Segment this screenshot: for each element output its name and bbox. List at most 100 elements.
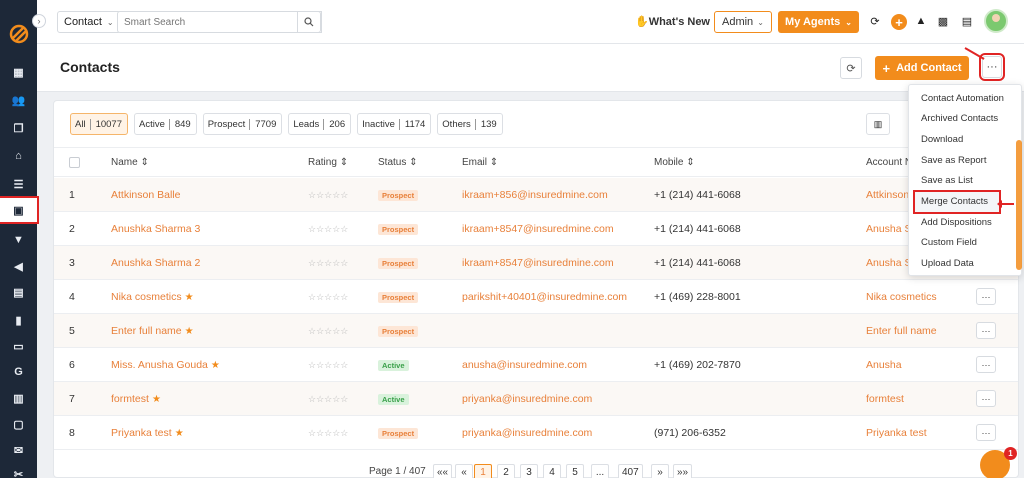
menu-item-save-as-report[interactable]: Save as Report — [909, 150, 1023, 170]
rating-stars[interactable]: ☆☆☆☆☆ — [308, 428, 348, 439]
bell-icon[interactable]: ▲ — [914, 14, 928, 28]
table-row[interactable]: 2 Anushka Sharma 3 ☆☆☆☆☆ Prospect ikraam+854… — [54, 212, 1018, 246]
rating-stars[interactable]: ☆☆☆☆☆ — [308, 190, 348, 201]
bank-icon[interactable]: ⌂ — [0, 144, 37, 168]
menu-item-custom-field[interactable]: Custom Field — [909, 233, 1023, 253]
column-header-name[interactable]: Name ⇕ — [111, 157, 149, 168]
module-select[interactable]: Contact ⌄ — [57, 11, 121, 33]
scrollbar[interactable] — [1016, 140, 1022, 270]
table-row[interactable]: 5 Enter full name ★ ☆☆☆☆☆ Prospect Enter full… — [54, 314, 1018, 348]
more-options-button[interactable]: ··· — [979, 53, 1005, 81]
analytics-icon[interactable]: ▮ — [0, 308, 37, 332]
column-header-email[interactable]: Email ⇕ — [462, 157, 498, 168]
row-actions-button[interactable]: ··· — [976, 390, 996, 407]
whats-new-link[interactable]: ✋What's New — [635, 15, 710, 28]
account-name-link[interactable]: Anusha S — [866, 223, 912, 235]
report-icon[interactable]: ▤ — [0, 280, 37, 304]
column-header-status[interactable]: Status ⇕ — [378, 157, 418, 168]
rating-stars[interactable]: ☆☆☆☆☆ — [308, 326, 348, 337]
filter-all[interactable]: All 10077 — [70, 113, 128, 135]
calendar-icon[interactable]: ▥ — [0, 386, 37, 410]
account-name-link[interactable]: Nika cosmetics — [866, 291, 937, 303]
megaphone-icon[interactable]: ◀ — [0, 254, 37, 278]
table-row[interactable]: 1 Attkinson Balle ☆☆☆☆☆ Prospect ikraam+856@… — [54, 178, 1018, 212]
sync-icon[interactable]: ⟳ — [868, 14, 882, 28]
contact-name-link[interactable]: formtest ★ — [111, 393, 161, 405]
rating-stars[interactable]: ☆☆☆☆☆ — [308, 360, 348, 371]
email-link[interactable]: ikraam+856@insuredmine.com — [462, 189, 608, 201]
column-settings-button[interactable]: ▥ — [866, 113, 890, 135]
folder-icon[interactable]: ▭ — [0, 334, 37, 358]
first-page-button[interactable]: «« — [433, 464, 453, 478]
menu-item-archived-contacts[interactable]: Archived Contacts — [909, 109, 1023, 129]
menu-item-download[interactable]: Download — [909, 129, 1023, 149]
contact-name-link[interactable]: Nika cosmetics ★ — [111, 291, 194, 303]
account-name-link[interactable]: formtest — [866, 393, 904, 405]
account-name-link[interactable]: Enter full name — [866, 325, 937, 337]
last-page-button[interactable]: »» — [673, 464, 693, 478]
contact-name-link[interactable]: Priyanka test ★ — [111, 427, 184, 439]
search-button[interactable] — [297, 11, 321, 33]
documents-icon[interactable]: ❐ — [0, 116, 37, 140]
menu-item-add-dispositions[interactable]: Add Dispositions — [909, 212, 1023, 232]
table-row[interactable]: 3 Anushka Sharma 2 ☆☆☆☆☆ Prospect ikraam+854… — [54, 246, 1018, 280]
notes-icon[interactable]: ▤ — [960, 14, 974, 28]
table-row[interactable]: 7 formtest ★ ☆☆☆☆☆ Active priyanka@insuredmin… — [54, 382, 1018, 416]
filter-others[interactable]: Others 139 — [437, 113, 503, 135]
page-button[interactable]: 2 — [497, 464, 515, 478]
page-button[interactable]: 4 — [543, 464, 561, 478]
email-link[interactable]: priyanka@insuredmine.com — [462, 393, 592, 405]
column-header-rating[interactable]: Rating ⇕ — [308, 157, 348, 168]
prev-page-button[interactable]: « — [455, 464, 473, 478]
account-name-link[interactable]: Priyanka test — [866, 427, 927, 439]
select-all-checkbox[interactable] — [69, 157, 80, 168]
filter-active[interactable]: Active 849 — [133, 113, 197, 135]
page-button[interactable]: 407 — [618, 464, 643, 478]
email-link[interactable]: anusha@insuredmine.com — [462, 359, 587, 371]
rating-stars[interactable]: ☆☆☆☆☆ — [308, 394, 348, 405]
my-agents-button[interactable]: My Agents ⌄ — [778, 11, 859, 33]
contact-name-link[interactable]: Enter full name ★ — [111, 325, 194, 337]
app-logo-icon[interactable] — [9, 24, 29, 44]
filter-prospect[interactable]: Prospect 7709 — [202, 113, 283, 135]
menu-item-merge-contacts[interactable]: Merge Contacts — [913, 189, 1001, 214]
rating-stars[interactable]: ☆☆☆☆☆ — [308, 258, 348, 269]
menu-item-upload-data[interactable]: Upload Data — [909, 254, 1023, 274]
row-actions-button[interactable]: ··· — [976, 356, 996, 373]
mail-icon[interactable]: ✉ — [0, 438, 37, 462]
refresh-button[interactable]: ⟳ — [840, 57, 862, 79]
menu-item-contact-automation[interactable]: Contact Automation — [909, 88, 1023, 108]
row-actions-button[interactable]: ··· — [976, 288, 996, 305]
contact-name-link[interactable]: Anushka Sharma 2 — [111, 257, 200, 269]
page-button[interactable]: 3 — [520, 464, 538, 478]
tools-icon[interactable]: ✂ — [0, 462, 37, 478]
email-link[interactable]: parikshit+40401@insuredmine.com — [462, 291, 627, 303]
rating-stars[interactable]: ☆☆☆☆☆ — [308, 224, 348, 235]
contact-name-link[interactable]: Miss. Anusha Gouda ★ — [111, 359, 220, 371]
table-row[interactable]: 8 Priyanka test ★ ☆☆☆☆☆ Prospect priyanka@ins… — [54, 416, 1018, 450]
users-icon[interactable]: 👥 — [0, 88, 37, 112]
role-select[interactable]: Admin ⌄ — [714, 11, 772, 33]
account-name-link[interactable]: Attkinson — [866, 189, 909, 201]
list-icon[interactable]: ☰ — [0, 172, 37, 196]
contact-name-link[interactable]: Attkinson Balle — [111, 189, 180, 201]
page-button[interactable]: 5 — [566, 464, 584, 478]
email-link[interactable]: priyanka@insuredmine.com — [462, 427, 592, 439]
row-actions-button[interactable]: ··· — [976, 424, 996, 441]
clipboard-icon[interactable]: ▢ — [0, 412, 37, 436]
column-header-mobile[interactable]: Mobile ⇕ — [654, 157, 695, 168]
dashboard-icon[interactable]: ▦ — [0, 60, 37, 84]
account-name-link[interactable]: Anusha — [866, 359, 902, 371]
email-link[interactable]: ikraam+8547@insuredmine.com — [462, 223, 614, 235]
add-contact-button[interactable]: + Add Contact — [875, 56, 969, 80]
avatar[interactable] — [984, 9, 1008, 33]
filter-inactive[interactable]: Inactive 1174 — [357, 113, 432, 135]
search-input[interactable] — [117, 11, 322, 33]
account-name-link[interactable]: Anusha S — [866, 257, 912, 269]
next-page-button[interactable]: » — [651, 464, 669, 478]
page-button[interactable]: 1 — [474, 464, 492, 478]
column-header-account[interactable]: Account N — [866, 157, 912, 168]
chip-icon[interactable]: ▩ — [936, 14, 950, 28]
filter-icon[interactable]: ▼ — [0, 228, 37, 252]
sidebar-toggle-button[interactable]: › — [32, 14, 46, 28]
